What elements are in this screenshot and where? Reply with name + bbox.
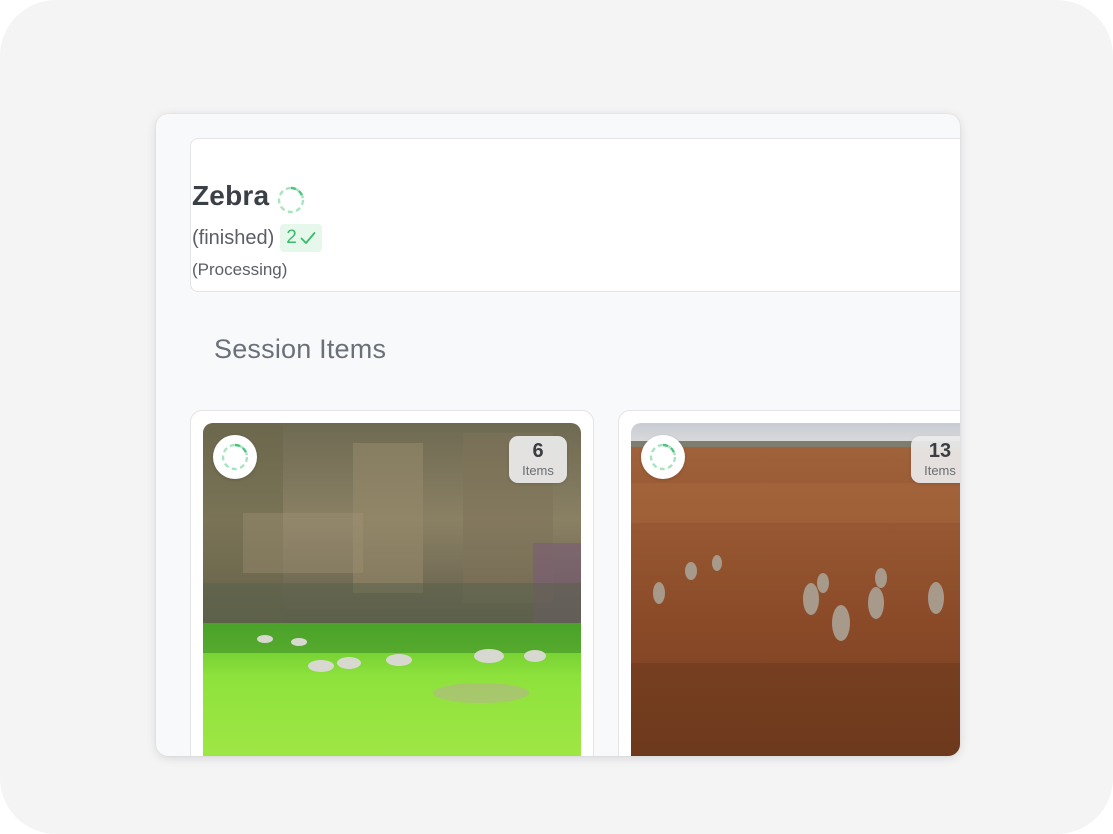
items-count-badge: 6 Items xyxy=(509,436,567,483)
session-item-card[interactable]: 6 Items xyxy=(190,410,594,756)
items-label: Items xyxy=(522,463,554,478)
item-spinner xyxy=(213,435,257,479)
finished-count-badge: 2 xyxy=(280,224,322,252)
loading-spinner-icon xyxy=(276,185,305,214)
processing-text: (Processing) xyxy=(192,260,288,279)
items-count: 13 xyxy=(928,440,952,462)
finished-count: 2 xyxy=(286,227,297,248)
app-window: Zebra (finished) 2 (Processing) Session … xyxy=(156,114,960,756)
status-text: (finished) xyxy=(192,226,275,249)
loading-spinner-icon xyxy=(649,443,677,471)
check-icon xyxy=(300,232,316,244)
items-count-badge: 13 Items xyxy=(911,436,960,483)
loading-spinner-icon xyxy=(221,443,249,471)
session-item-card[interactable]: 13 Items xyxy=(618,410,960,756)
title-row: Zebra xyxy=(192,180,305,214)
items-count: 6 xyxy=(532,440,544,462)
section-title: Session Items xyxy=(214,334,387,364)
items-label: Items xyxy=(924,463,956,478)
page-title: Zebra xyxy=(192,180,270,211)
item-spinner xyxy=(641,435,685,479)
session-header-card xyxy=(190,138,960,292)
screen-backdrop: Zebra (finished) 2 (Processing) Session … xyxy=(0,0,1113,834)
status-row: (finished) 2 xyxy=(192,224,322,252)
